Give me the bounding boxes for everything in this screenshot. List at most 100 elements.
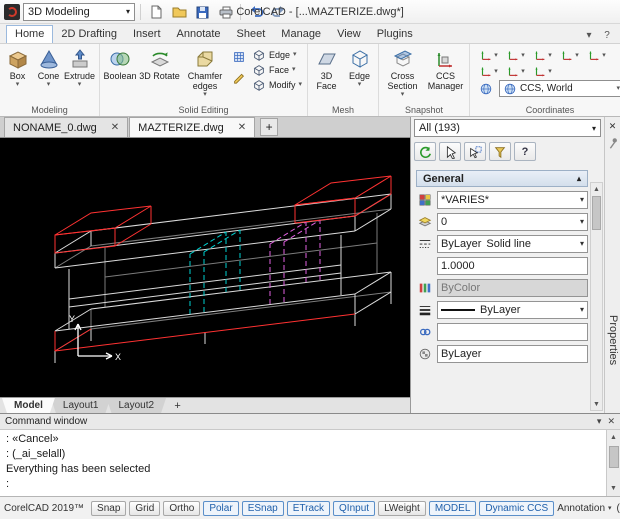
- annotation-scale-select[interactable]: Annotation ▾: [557, 503, 611, 514]
- layout-tab-layout1[interactable]: Layout1: [51, 398, 111, 413]
- chevron-down-icon: ▾: [293, 51, 297, 58]
- quick-select-button[interactable]: [489, 142, 511, 161]
- ccs-preset-button-7[interactable]: ▾: [503, 64, 528, 78]
- selection-filter-select[interactable]: All (193) ▾: [414, 119, 601, 137]
- layer-select[interactable]: 0 ▾: [437, 212, 588, 231]
- lineweight-select[interactable]: ByLayer ▾: [437, 300, 588, 319]
- scroll-down-icon[interactable]: ▼: [591, 398, 602, 410]
- collapse-command-button[interactable]: ▾: [597, 416, 602, 427]
- select-entities-button[interactable]: [439, 142, 461, 161]
- linestyle-select[interactable]: ByLayer Solid line ▾: [437, 234, 588, 253]
- mesh-edge-tool-button[interactable]: Edge ▾: [343, 46, 376, 88]
- tab-home[interactable]: Home: [6, 25, 54, 43]
- hyperlink-input[interactable]: [437, 322, 588, 341]
- new-doc-tab-button[interactable]: +: [260, 118, 279, 136]
- properties-panel-tab[interactable]: Properties: [607, 315, 619, 365]
- command-history[interactable]: : «Cancel» : (_ai_selall) Everything has…: [0, 430, 620, 496]
- new-file-button[interactable]: [146, 2, 166, 22]
- box-tool-button[interactable]: Box ▾: [2, 46, 33, 88]
- tab-sheet[interactable]: Sheet: [229, 26, 274, 43]
- axis-icon: [479, 64, 493, 78]
- doc-tab-mazterize[interactable]: MAZTERIZE.dwg ✕: [129, 117, 256, 137]
- command-scrollbar[interactable]: ▲ ▼: [606, 430, 620, 496]
- command-prompt[interactable]: :: [6, 477, 600, 492]
- scrollbar-thumb[interactable]: [608, 446, 619, 468]
- extrude-tool-button[interactable]: Extrude ▾: [64, 46, 95, 88]
- scroll-up-icon[interactable]: ▲: [591, 183, 602, 195]
- tab-plugins[interactable]: Plugins: [369, 26, 421, 43]
- doc-tab-noname[interactable]: NONAME_0.dwg ✕: [4, 117, 129, 137]
- select-add-button[interactable]: [464, 142, 486, 161]
- ccs-preset-button-5[interactable]: ▾: [584, 48, 609, 62]
- grid-toggle[interactable]: Grid: [129, 500, 161, 516]
- polar-toggle[interactable]: Polar: [203, 500, 239, 516]
- linestyle-icon: [418, 237, 432, 251]
- dynamic-ccs-toggle[interactable]: Dynamic CCS: [479, 500, 555, 516]
- close-command-button[interactable]: ✕: [607, 416, 615, 427]
- ccs-preset-button-3[interactable]: ▾: [530, 48, 555, 62]
- lweight-toggle[interactable]: LWeight: [378, 500, 426, 516]
- ccs-preset-button-1[interactable]: ▾: [476, 48, 501, 62]
- tab-annotate[interactable]: Annotate: [169, 26, 229, 43]
- world-ccs-button[interactable]: [476, 82, 496, 96]
- rotate3d-tool-button[interactable]: 3D Rotate: [138, 46, 181, 81]
- tab-manage[interactable]: Manage: [273, 26, 329, 43]
- drawing-canvas[interactable]: Y X: [0, 138, 410, 397]
- material-input[interactable]: ByLayer: [437, 344, 588, 363]
- wireframe-model: Y X: [54, 175, 392, 363]
- add-layout-button[interactable]: +: [170, 398, 185, 413]
- close-icon[interactable]: ✕: [238, 122, 246, 133]
- help-button[interactable]: ?: [514, 142, 536, 161]
- edit-sketch-button[interactable]: [230, 68, 248, 86]
- cone-tool-button[interactable]: Cone ▾: [33, 46, 64, 88]
- modify-menu-button[interactable]: Modify ▾: [249, 77, 305, 92]
- help-button[interactable]: ?: [599, 28, 615, 43]
- layout-tab-bar: Model Layout1 Layout2 +: [0, 397, 410, 413]
- cone-icon: [37, 47, 61, 71]
- axis-icon: [533, 48, 547, 62]
- close-icon[interactable]: ✕: [111, 122, 119, 133]
- scroll-up-icon[interactable]: ▲: [607, 430, 620, 445]
- ribbon-options-button[interactable]: ▾: [581, 28, 597, 43]
- ortho-toggle[interactable]: Ortho: [163, 500, 201, 516]
- face3d-tool-button[interactable]: 3D Face: [310, 46, 343, 91]
- cross-section-button[interactable]: Cross Section ▾: [381, 46, 424, 98]
- esnap-toggle[interactable]: ESnap: [241, 500, 284, 516]
- print-button[interactable]: [215, 2, 235, 22]
- ccs-preset-button-6[interactable]: ▾: [476, 64, 501, 78]
- tab-2d-drafting[interactable]: 2D Drafting: [53, 26, 125, 43]
- ccs-select[interactable]: CCS, World ▾: [499, 80, 620, 97]
- color-select[interactable]: *VARIES* ▾: [437, 190, 588, 209]
- workspace-select[interactable]: 3D Modeling ▾: [23, 2, 135, 21]
- refresh-selection-button[interactable]: [414, 142, 436, 161]
- ccs-preset-button-8[interactable]: ▾: [530, 64, 555, 78]
- tab-insert[interactable]: Insert: [125, 26, 169, 43]
- ccs-preset-button-4[interactable]: ▾: [557, 48, 582, 62]
- snap-toggle[interactable]: Snap: [91, 500, 127, 516]
- save-button[interactable]: [192, 2, 212, 22]
- ccs-manager-button[interactable]: CCS Manager: [424, 46, 467, 91]
- layout-tab-model[interactable]: Model: [2, 398, 55, 413]
- chamfer-edges-button[interactable]: Chamfer edges ▾: [181, 46, 229, 98]
- layout-tab-layout2[interactable]: Layout2: [106, 398, 166, 413]
- ccs-preset-button-2[interactable]: ▾: [503, 48, 528, 62]
- chevron-down-icon: ▾: [125, 7, 130, 16]
- group-modeling: Box ▾ Cone ▾ Extrude ▾ Modeling: [0, 44, 100, 116]
- view-scale-select[interactable]: (1:1) ▾: [617, 503, 620, 514]
- linescale-input[interactable]: 1.0000: [437, 256, 588, 275]
- boolean-tool-button[interactable]: Boolean: [102, 46, 138, 81]
- auto-hide-pin-button[interactable]: [606, 136, 620, 150]
- close-panel-button[interactable]: ✕: [606, 119, 620, 133]
- etrack-toggle[interactable]: ETrack: [286, 500, 331, 516]
- qinput-toggle[interactable]: QInput: [333, 500, 376, 516]
- scrollbar-thumb[interactable]: [592, 196, 601, 230]
- open-file-button[interactable]: [169, 2, 189, 22]
- general-section-header[interactable]: General ▴: [416, 170, 588, 187]
- panel-scrollbar[interactable]: ▲ ▼: [590, 182, 603, 411]
- mesh-grid-button[interactable]: [230, 48, 248, 66]
- model-toggle[interactable]: MODEL: [428, 500, 477, 516]
- edge-menu-button[interactable]: Edge ▾: [249, 47, 305, 62]
- face-menu-button[interactable]: Face ▾: [249, 62, 305, 77]
- scroll-down-icon[interactable]: ▼: [607, 481, 620, 496]
- tab-view[interactable]: View: [329, 26, 369, 43]
